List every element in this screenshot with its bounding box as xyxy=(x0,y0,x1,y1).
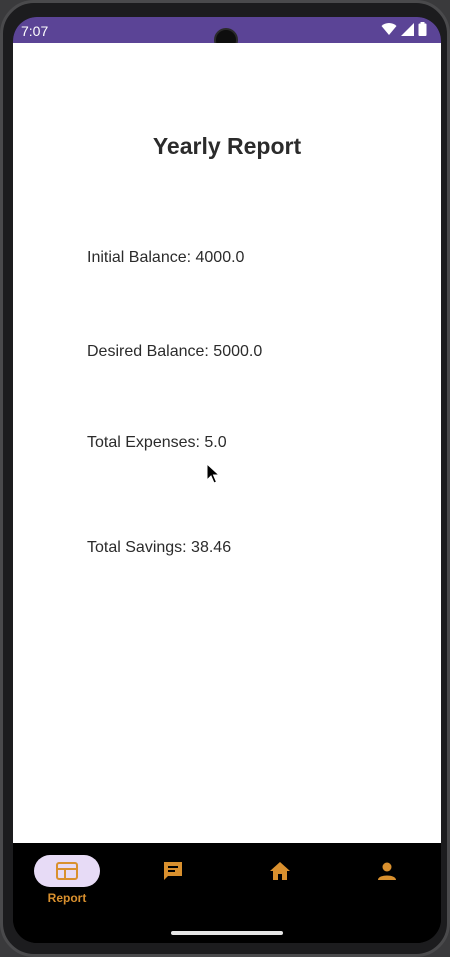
signal-icon xyxy=(401,22,414,36)
screen: 7:07 Yearly Report Initial Balance: 4000… xyxy=(13,17,441,943)
report-content: Yearly Report Initial Balance: 4000.0 De… xyxy=(13,43,441,843)
desired-balance-text: Desired Balance: 5000.0 xyxy=(87,343,263,360)
nav-item-home[interactable] xyxy=(240,855,320,887)
person-icon xyxy=(378,862,396,880)
home-icon xyxy=(270,862,290,880)
nav-active-indicator xyxy=(34,855,100,887)
total-expenses-text: Total Expenses: 5.0 xyxy=(87,434,227,451)
total-savings-text: Total Savings: 38.46 xyxy=(87,539,232,556)
gesture-home-indicator[interactable] xyxy=(171,931,283,935)
nav-item-profile[interactable] xyxy=(347,855,427,887)
page-title: Yearly Report xyxy=(152,133,302,159)
nav-item-report[interactable]: Report xyxy=(27,855,107,905)
chat-icon xyxy=(164,862,182,880)
wifi-icon xyxy=(381,23,397,35)
phone-frame: 7:07 Yearly Report Initial Balance: 4000… xyxy=(0,0,450,957)
nav-item-messages[interactable] xyxy=(133,855,213,887)
mouse-cursor-icon xyxy=(206,463,220,484)
nav-label-report: Report xyxy=(47,891,87,905)
report-icon xyxy=(56,862,78,880)
status-icons xyxy=(381,22,427,36)
battery-icon xyxy=(418,22,427,36)
bottom-navigation: Report xyxy=(13,843,441,943)
initial-balance-text: Initial Balance: 4000.0 xyxy=(87,249,245,266)
status-time: 7:07 xyxy=(21,23,49,39)
